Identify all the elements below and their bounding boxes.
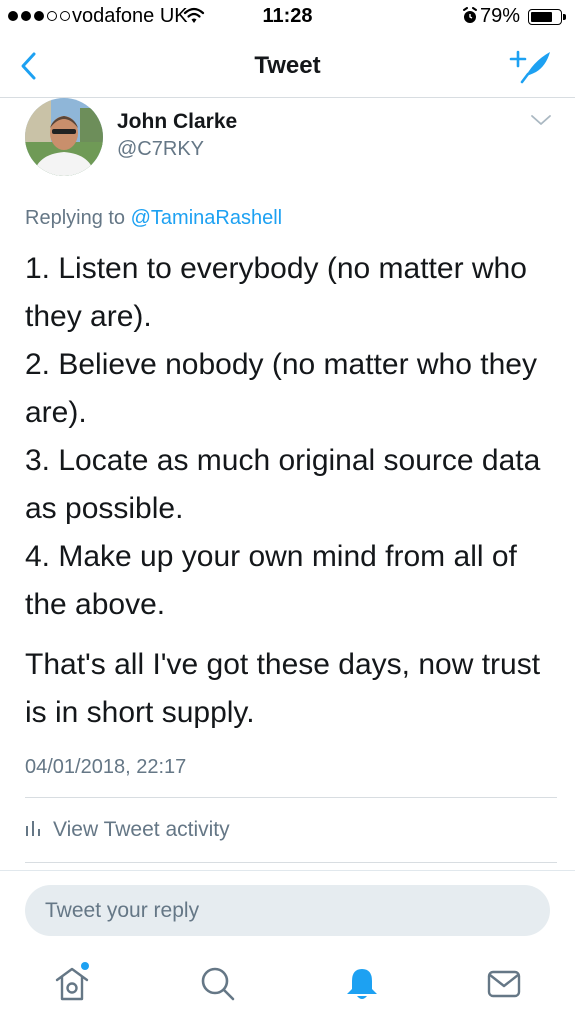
replying-prefix: Replying to — [25, 207, 126, 229]
author-name[interactable]: John Clarke — [117, 110, 237, 134]
view-tweet-activity-label: View Tweet activity — [53, 818, 230, 841]
notification-dot — [81, 962, 89, 970]
battery-icon — [528, 9, 562, 25]
envelope-icon[interactable] — [486, 963, 522, 1008]
view-tweet-activity-button[interactable]: View Tweet activity — [25, 818, 230, 842]
battery-level — [531, 12, 553, 22]
battery-percent: 79% — [480, 5, 521, 27]
tweet-timestamp: 04/01/2018, 22:17 — [25, 756, 187, 778]
search-icon[interactable] — [200, 963, 236, 1008]
replying-to: Replying to @TaminaRashell — [25, 207, 282, 230]
divider — [25, 862, 557, 863]
divider — [25, 797, 557, 798]
divider — [0, 870, 575, 871]
alarm-icon — [462, 7, 478, 31]
tweet-text: 1. Listen to everybody (no matter who th… — [25, 245, 560, 737]
compose-tweet-icon[interactable] — [508, 48, 552, 89]
bell-icon[interactable] — [344, 963, 380, 1008]
reply-input[interactable]: Tweet your reply — [25, 885, 550, 936]
avatar[interactable] — [25, 98, 103, 176]
status-bar: vodafone UK 11:28 79% — [0, 0, 575, 34]
page-title: Tweet — [254, 52, 321, 79]
navigation-bar: Tweet — [0, 34, 575, 98]
chevron-down-icon[interactable] — [530, 113, 552, 132]
author-handle[interactable]: @C7RKY — [117, 138, 204, 161]
bar-chart-icon — [25, 818, 41, 842]
tweet-paragraph: 1. Listen to everybody (no matter who th… — [25, 252, 541, 621]
replying-to-mention[interactable]: @TaminaRashell — [131, 207, 282, 229]
battery-nub — [563, 14, 566, 20]
tweet-paragraph: That's all I've got these days, now trus… — [25, 648, 541, 729]
